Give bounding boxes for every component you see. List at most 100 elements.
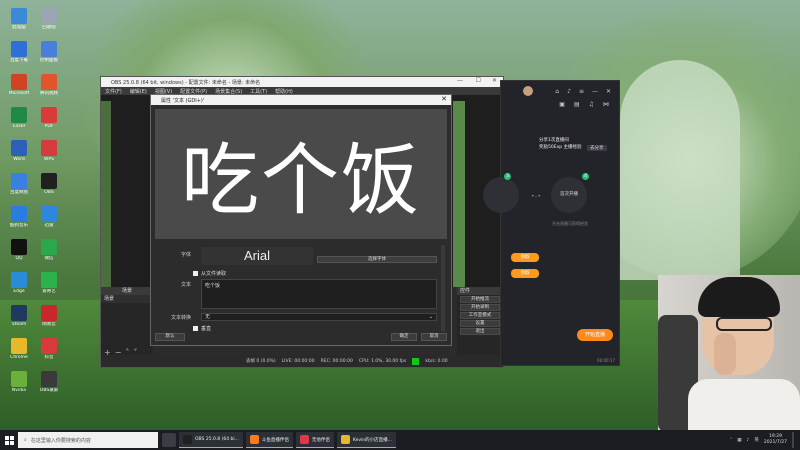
close-icon[interactable]: ✕ (441, 95, 447, 103)
desktop-icon[interactable]: 回收站 (34, 8, 64, 31)
volume-icon[interactable]: ♪ (747, 438, 750, 443)
app-icon (11, 239, 27, 255)
desktop-icon-label: 网易云 (42, 322, 56, 327)
desktop-icon[interactable]: 微信 (34, 239, 64, 262)
close-icon[interactable]: ✕ (606, 88, 611, 95)
minimize-icon[interactable]: — (592, 88, 598, 95)
desktop-icon-label: 迅雷 (44, 223, 54, 228)
desktop-icon[interactable]: 腾讯视频 (34, 74, 64, 97)
defaults-button[interactable]: 默认 (155, 333, 185, 341)
show-desktop[interactable] (792, 432, 794, 448)
app-icon (11, 371, 27, 387)
menu-icon[interactable]: ≡ (579, 88, 584, 95)
desktop-icon[interactable]: OBS录屏 (34, 371, 64, 394)
taskbar-app[interactable]: OBS 25.0.8 (64 bi... (179, 432, 243, 448)
desktop-icon[interactable]: Word (4, 140, 34, 163)
desktop-icon[interactable]: Nvidia (4, 371, 34, 394)
claim-button-2[interactable]: 领取 (511, 269, 539, 278)
taskbar-search[interactable]: ⌕ 在这里输入你要搜索的内容 (18, 432, 158, 448)
taskbar-app[interactable]: 无他伴侣 (295, 432, 334, 448)
desktop-icon[interactable]: 控制面板 (34, 41, 64, 64)
scenes-panel: 场景 场景 + − ˄ ˅ (101, 287, 153, 357)
desktop-icon[interactable]: WPS (34, 140, 64, 163)
obs-title: OBS 25.0.8 (64 bit, windows) - 配置文件: 未命名… (111, 79, 261, 86)
desktop-icon[interactable]: 百度下载 (4, 41, 34, 64)
desktop-icon-label: Steam (11, 322, 27, 327)
desktop-icon-label: 腾讯视频 (40, 91, 58, 96)
obs-statusbar: 丢帧 0 (0.0%) LIVE: 00:00:00 REC: 00:00:00… (101, 355, 503, 367)
ok-button[interactable]: 确定 (391, 333, 417, 341)
desktop-icon[interactable]: Excel (4, 107, 34, 130)
desktop-icon[interactable]: Microsoft (4, 74, 34, 97)
go-live-button[interactable]: 开始直播 (577, 329, 613, 341)
start-record-button[interactable]: 开始录制 (460, 304, 500, 311)
app-icon (11, 8, 27, 24)
stream-app-window: ⌂ ♪ ≡ — ✕ ▣ ▤ ♫ ⋈ 分享1次直播间 奖励50Exp 主播经验 去… (483, 80, 620, 366)
close-icon[interactable]: ✕ (492, 77, 497, 84)
direction-select[interactable]: 无 ⌄ (201, 313, 437, 321)
taskbar-app[interactable]: 斗鱼直播伴侣 (245, 432, 293, 448)
menu-item[interactable]: 编辑(E) (130, 88, 147, 95)
desktop-icon[interactable]: 抖音 (34, 338, 64, 361)
gift-icon[interactable]: ▣ (559, 101, 565, 115)
maximize-icon[interactable]: ☐ (476, 77, 481, 84)
webcam-overlay (658, 275, 800, 432)
desktop-icon-label: 酷狗音乐 (10, 223, 28, 228)
step-circle-left (483, 177, 519, 213)
properties-form: 字体 Arial 选择字体 从文件读取 文本 吃个饭 文本转换 无 ⌄ 垂直 (151, 245, 441, 333)
desktop-icon[interactable]: 迅雷 (34, 206, 64, 229)
avatar[interactable] (523, 86, 533, 96)
chevron-up-icon[interactable]: ˄ (730, 438, 732, 443)
minimize-icon[interactable]: — (457, 77, 463, 84)
scene-item[interactable]: 场景 (101, 295, 153, 303)
desktop-icon-label: QQ (15, 256, 23, 261)
bell-icon[interactable]: ♪ (567, 88, 571, 95)
chart-icon[interactable]: ▤ (574, 101, 580, 115)
notification-icon[interactable]: ♫ (589, 101, 594, 115)
taskbar-apps: OBS 25.0.8 (64 bi... 斗鱼直播伴侣 无他伴侣 Kevin的小店直播… (158, 432, 396, 448)
desktop-icon[interactable]: 爱奇艺 (34, 272, 64, 295)
go-share-button[interactable]: 去分享 (587, 145, 607, 151)
stream-footer: 00:00:17 (501, 355, 619, 365)
desktop-icon[interactable]: PDF (34, 107, 64, 130)
taskbar-app[interactable]: Kevin的小店直播... (336, 432, 396, 448)
app-icon (41, 371, 57, 387)
app-icon (41, 41, 57, 57)
settings-button[interactable]: 设置 (460, 320, 500, 327)
desktop-icon[interactable]: 网易云 (34, 305, 64, 328)
preview-text: 吃个饭 (180, 136, 421, 226)
network-icon[interactable]: ▦ (737, 438, 741, 443)
dialog-scrollbar[interactable] (441, 245, 445, 331)
text-input[interactable]: 吃个饭 (201, 279, 437, 309)
desktop-icon[interactable]: Steam (4, 305, 34, 328)
share-icon[interactable]: ⋈ (603, 101, 609, 115)
start-button[interactable] (0, 430, 18, 450)
input-lang[interactable]: 英 (754, 437, 759, 443)
desktop-icon[interactable]: 百度网盘 (4, 173, 34, 196)
vertical-checkbox[interactable] (193, 326, 198, 331)
properties-dialog: 属性 '文本 (GDI+)' ✕ 吃个饭 字体 Arial 选择字体 从文件读取… (150, 94, 452, 346)
from-file-checkbox[interactable] (193, 271, 198, 276)
desktop-icon[interactable]: 酷狗音乐 (4, 206, 34, 229)
font-display: Arial (201, 247, 313, 265)
desktop-icon[interactable]: 此电脑 (4, 8, 34, 31)
cancel-button[interactable]: 取消 (421, 333, 447, 341)
start-stream-button[interactable]: 开始推流 (460, 296, 500, 303)
select-font-button[interactable]: 选择字体 (317, 256, 437, 263)
menu-item[interactable]: 文件(F) (105, 88, 122, 95)
app-icon (11, 272, 27, 288)
desktop-icon-label: 爱奇艺 (42, 289, 56, 294)
shirt-icon[interactable]: ⌂ (555, 88, 559, 95)
studio-mode-button[interactable]: 工作室模式 (460, 312, 500, 319)
step-desc: 开启直播可获得经验 (552, 221, 588, 226)
desktop-icon[interactable]: Edge (4, 272, 34, 295)
app-icon (11, 173, 27, 189)
task-view-icon[interactable] (162, 433, 176, 447)
claim-button-1[interactable]: 领取 (511, 253, 539, 262)
app-icon (41, 272, 57, 288)
desktop-icon[interactable]: QQ (4, 239, 34, 262)
desktop-icon[interactable]: Chrome (4, 338, 34, 361)
clock[interactable]: 19:29 2021/7/27 (764, 434, 787, 446)
exit-button[interactable]: 退出 (460, 328, 500, 335)
desktop-icon[interactable]: OBS (34, 173, 64, 196)
